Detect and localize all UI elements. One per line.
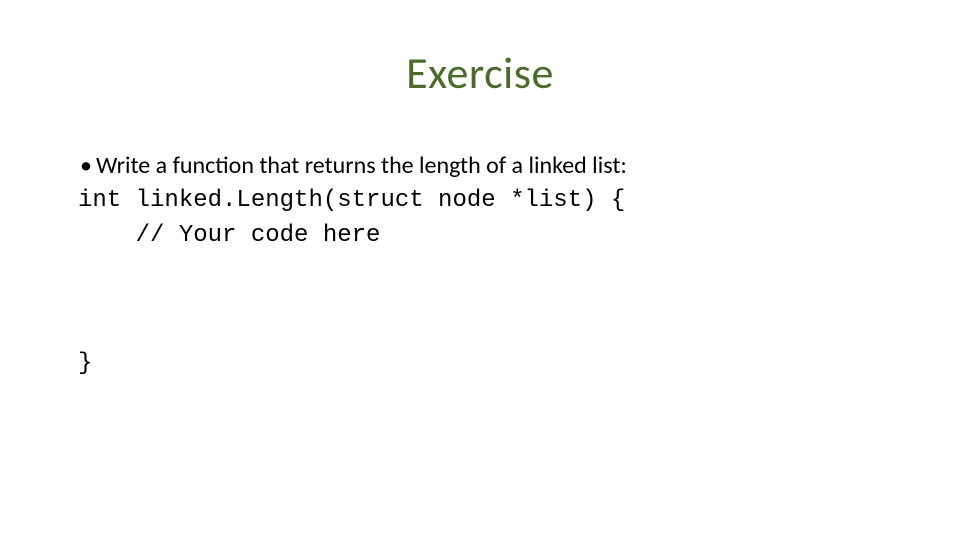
bullet-marker: • xyxy=(78,150,96,181)
slide-title: Exercise xyxy=(0,46,960,100)
code-line: int linked.Length(struct node *list) { xyxy=(78,185,882,217)
code-line: } xyxy=(78,348,882,380)
bullet-item: • Write a function that returns the leng… xyxy=(78,150,882,181)
slide-body: • Write a function that returns the leng… xyxy=(78,150,882,380)
bullet-text: Write a function that returns the length… xyxy=(96,150,882,181)
code-line: // Your code here xyxy=(78,220,882,252)
slide: Exercise • Write a function that returns… xyxy=(0,0,960,540)
